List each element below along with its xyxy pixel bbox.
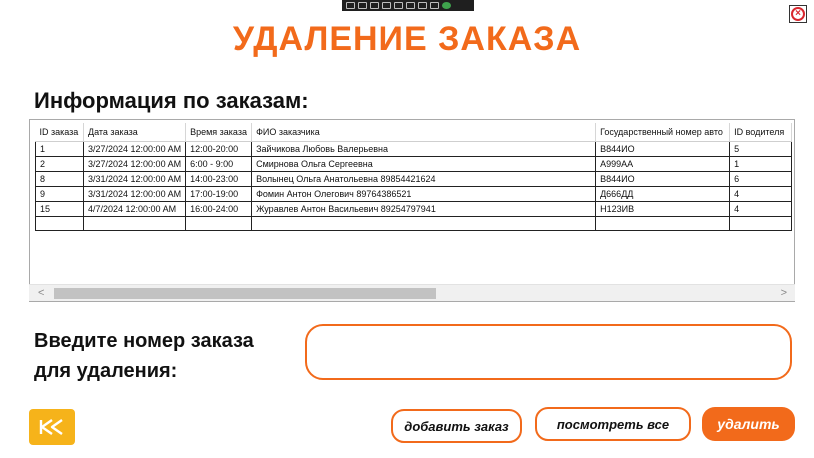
order-number-input[interactable]: [305, 324, 792, 380]
table-cell[interactable]: [35, 215, 84, 231]
table-row[interactable]: 15 4/7/2024 12:00:00 AM 16:00-24:00 Жура…: [35, 200, 793, 217]
table-cell[interactable]: [729, 215, 793, 231]
table-cell[interactable]: [595, 215, 731, 231]
table-row[interactable]: 8 3/31/2024 12:00:00 AM 14:00-23:00 Волы…: [35, 170, 793, 187]
toolbar-icon[interactable]: [382, 2, 391, 9]
rewind-icon: [39, 419, 63, 435]
toolbar-icon[interactable]: [430, 2, 439, 9]
table-cell[interactable]: 4: [729, 200, 793, 217]
check-icon[interactable]: [442, 2, 451, 9]
table-cell[interactable]: Д666ДД: [595, 185, 731, 202]
table-cell[interactable]: Журавлев Антон Васильевич 89254797941: [251, 200, 597, 217]
table-cell[interactable]: 12:00-20:00: [185, 140, 253, 157]
scroll-right-icon[interactable]: >: [781, 287, 787, 299]
table-cell[interactable]: [251, 215, 597, 231]
table-cell[interactable]: 9: [35, 185, 84, 202]
prompt-line-1: Введите номер заказа: [34, 330, 254, 352]
table-cell[interactable]: Фомин Антон Олегович 89764386521: [251, 185, 597, 202]
table-cell[interactable]: В844ИО: [595, 170, 731, 187]
add-order-button[interactable]: добавить заказ: [391, 409, 522, 443]
prompt-line-2: для удаления:: [34, 360, 178, 382]
table-cell[interactable]: Смирнова Ольга Сергеевна: [251, 155, 597, 172]
table-cell[interactable]: 1: [35, 140, 84, 157]
table-cell[interactable]: 4/7/2024 12:00:00 AM: [82, 200, 187, 217]
table-row[interactable]: 9 3/31/2024 12:00:00 AM 17:00-19:00 Фоми…: [35, 185, 793, 202]
page-title: УДАЛЕНИЕ ЗАКАЗА: [232, 20, 582, 58]
table-row[interactable]: 2 3/27/2024 12:00:00 AM 6:00 - 9:00 Смир…: [35, 155, 793, 172]
column-header-order-id[interactable]: ID заказа: [35, 123, 84, 142]
table-cell[interactable]: 2: [35, 155, 84, 172]
toolbar-icon[interactable]: [406, 2, 415, 9]
toolbar-icon[interactable]: [370, 2, 379, 9]
column-header-plate-number[interactable]: Государственный номер авто: [595, 123, 731, 142]
scroll-left-icon[interactable]: <: [38, 287, 44, 299]
back-button[interactable]: [29, 409, 75, 445]
delete-button[interactable]: удалить: [702, 407, 795, 441]
table-cell[interactable]: Волынец Ольга Анатольевна 89854421624: [251, 170, 597, 187]
scrollbar-thumb[interactable]: [54, 288, 436, 299]
orders-info-heading: Информация по заказам:: [34, 88, 309, 113]
toolbar-icon[interactable]: [358, 2, 367, 9]
table-cell[interactable]: 5: [729, 140, 793, 157]
toolbar-icon[interactable]: [418, 2, 427, 9]
table-cell[interactable]: [82, 215, 187, 231]
table-cell[interactable]: А999АА: [595, 155, 731, 172]
table-cell[interactable]: В844ИО: [595, 140, 731, 157]
order-number-prompt: Введите номер заказа для удаления:: [34, 326, 254, 386]
column-header-order-time[interactable]: Время заказа: [185, 123, 253, 142]
new-row[interactable]: [35, 215, 793, 231]
toolbar-icon[interactable]: [394, 2, 403, 9]
horizontal-scrollbar[interactable]: < >: [29, 284, 795, 301]
table-cell[interactable]: 14:00-23:00: [185, 170, 253, 187]
table-cell[interactable]: [185, 215, 253, 231]
table-cell[interactable]: 8: [35, 170, 84, 187]
table-cell[interactable]: Зайчикова Любовь Валерьевна: [251, 140, 597, 157]
view-all-button[interactable]: посмотреть все: [535, 407, 691, 441]
table-cell[interactable]: 4: [729, 185, 793, 202]
table-cell[interactable]: 3/31/2024 12:00:00 AM: [82, 185, 187, 202]
table-cell[interactable]: Н123ИВ: [595, 200, 731, 217]
table-cell[interactable]: 3/31/2024 12:00:00 AM: [82, 170, 187, 187]
table-row[interactable]: 1 3/27/2024 12:00:00 AM 12:00-20:00 Зайч…: [35, 140, 793, 157]
table-cell[interactable]: 3/27/2024 12:00:00 AM: [82, 140, 187, 157]
table-cell[interactable]: 1: [729, 155, 793, 172]
table-cell[interactable]: 17:00-19:00: [185, 185, 253, 202]
table-cell[interactable]: 15: [35, 200, 84, 217]
orders-table[interactable]: ID заказа Дата заказа Время заказа ФИО з…: [29, 119, 795, 302]
table-cell[interactable]: 6: [729, 170, 793, 187]
toolbar-icon[interactable]: [346, 2, 355, 9]
column-header-customer-name[interactable]: ФИО заказчика: [251, 123, 597, 142]
system-toolbar: [342, 0, 474, 11]
close-icon: ×: [791, 7, 805, 21]
table-cell[interactable]: 3/27/2024 12:00:00 AM: [82, 155, 187, 172]
column-header-order-date[interactable]: Дата заказа: [83, 123, 187, 142]
table-cell[interactable]: 6:00 - 9:00: [185, 155, 253, 172]
table-header-row: ID заказа Дата заказа Время заказа ФИО з…: [35, 123, 793, 142]
table-cell[interactable]: 16:00-24:00: [185, 200, 253, 217]
column-header-driver-id[interactable]: ID водителя: [729, 123, 793, 142]
